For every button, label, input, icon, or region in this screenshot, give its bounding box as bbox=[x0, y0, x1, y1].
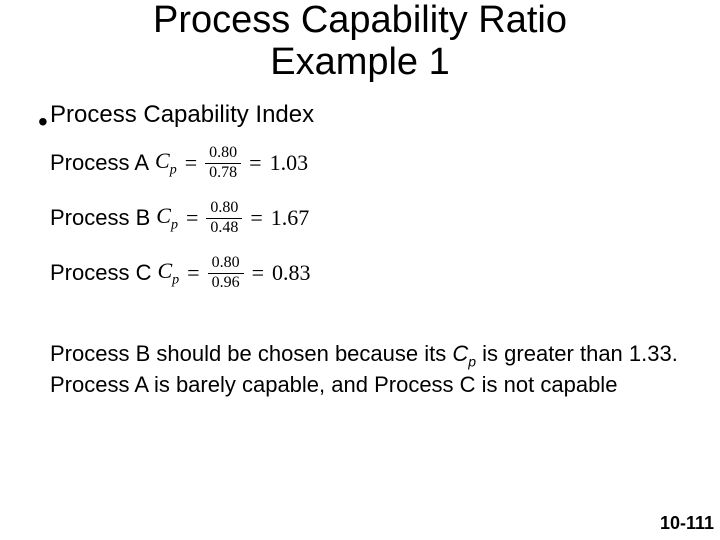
equals-c-1: = bbox=[185, 260, 201, 286]
denom-b: 0.48 bbox=[206, 218, 242, 237]
equals-c-2: = bbox=[250, 260, 266, 286]
fraction-a: 0.80 0.78 bbox=[205, 145, 241, 182]
bullet-icon: • bbox=[38, 108, 48, 136]
slide: Process Capability Ratio Example 1 • Pro… bbox=[0, 0, 720, 540]
equals-a-1: = bbox=[183, 150, 199, 176]
equation-row-c: Process C Cp = 0.80 0.96 = 0.83 bbox=[50, 255, 311, 292]
cp-inline: Cp bbox=[452, 341, 476, 366]
title-line-2: Example 1 bbox=[270, 41, 450, 83]
fraction-c: 0.80 0.96 bbox=[208, 255, 244, 292]
cp-symbol-a: Cp bbox=[155, 148, 177, 178]
fraction-b: 0.80 0.48 bbox=[206, 200, 242, 237]
result-a: 1.03 bbox=[270, 150, 309, 176]
subtitle: Process Capability Index bbox=[50, 101, 314, 129]
equals-a-2: = bbox=[247, 150, 263, 176]
result-b: 1.67 bbox=[271, 205, 310, 231]
cp-symbol-b: Cp bbox=[156, 203, 178, 233]
numer-a: 0.80 bbox=[205, 145, 241, 163]
result-c: 0.83 bbox=[272, 260, 311, 286]
slide-title: Process Capability Ratio Example 1 bbox=[0, 0, 720, 84]
conclusion-text: Process B should be chosen because its C… bbox=[50, 340, 680, 398]
equals-b-2: = bbox=[248, 205, 264, 231]
denom-c: 0.96 bbox=[208, 273, 244, 292]
numer-c: 0.80 bbox=[208, 255, 244, 273]
conclusion-pre: Process B should be chosen because its bbox=[50, 341, 452, 366]
numer-b: 0.80 bbox=[206, 200, 242, 218]
equation-row-b: Process B Cp = 0.80 0.48 = 1.67 bbox=[50, 200, 309, 237]
process-c-label: Process C bbox=[50, 260, 151, 286]
process-a-label: Process A bbox=[50, 150, 149, 176]
equals-b-1: = bbox=[184, 205, 200, 231]
title-line-1: Process Capability Ratio bbox=[153, 0, 567, 41]
equation-row-a: Process A Cp = 0.80 0.78 = 1.03 bbox=[50, 145, 308, 182]
cp-symbol-c: Cp bbox=[157, 258, 179, 288]
denom-a: 0.78 bbox=[205, 163, 241, 182]
page-number: 10-111 bbox=[660, 513, 714, 534]
process-b-label: Process B bbox=[50, 205, 150, 231]
